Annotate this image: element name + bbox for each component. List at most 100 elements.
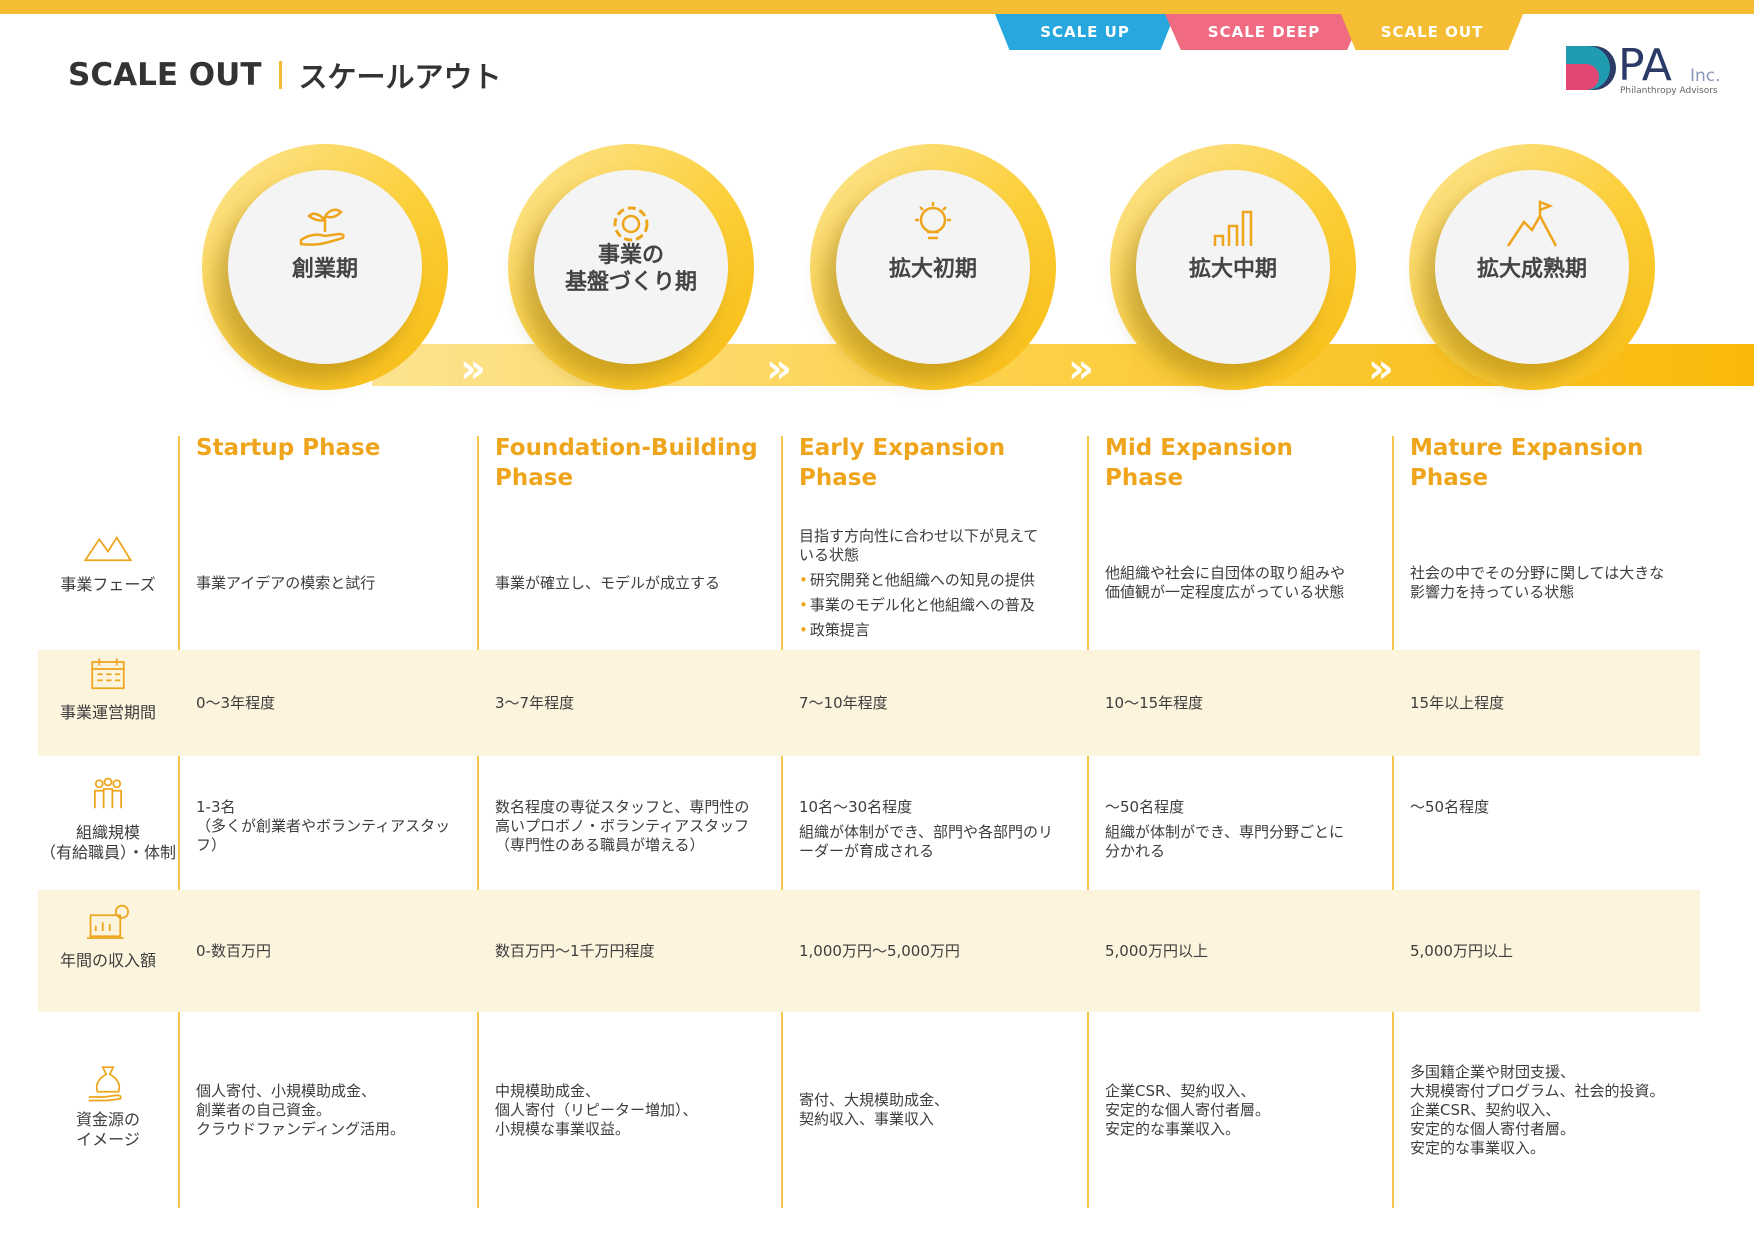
cell-text-line: 1-3名 xyxy=(196,798,236,816)
phase-circle: 創業期 xyxy=(228,170,422,364)
page-title: SCALE OUT スケールアウト xyxy=(68,54,501,96)
logo-wordmark: PA xyxy=(1618,40,1672,91)
phase-circle: 事業の 基盤づくり期 xyxy=(534,170,728,364)
phase-name-jp-line: 事業の xyxy=(597,243,664,268)
phase-name-en-line: Phase xyxy=(799,465,878,491)
phase-name-jp: 事業の 基盤づくり期 xyxy=(534,242,728,296)
cell-text-line: 安定的な個人寄付者層。 xyxy=(1105,1100,1271,1119)
row-label-line: 事業運営期間 xyxy=(59,703,156,722)
cell-text-line: 大規模寄付プログラム、社会的投資。 xyxy=(1410,1081,1665,1100)
cell-text-line: 事業が確立し、モデルが成立する xyxy=(495,573,721,592)
phase-name-jp: 拡大中期 xyxy=(1136,256,1330,283)
table-cell: 数名程度の専従スタッフと、専門性の 高いプロボノ・ボランティアスタッフ （専門性のあ… xyxy=(495,798,765,855)
chevron-right-icon: » xyxy=(766,346,792,392)
cell-text-line: 15年以上程度 xyxy=(1410,693,1505,712)
cell-text-line: 10名〜30名程度 xyxy=(799,798,913,816)
cell-bullet-item: 事業のモデル化と他組織への普及 xyxy=(799,596,1069,615)
cell-bullet-item: 研究開発と他組織への知見の提供 xyxy=(799,571,1069,590)
phase-name-jp-line: 拡大成熟期 xyxy=(1476,257,1587,282)
row-label: 年間の収入額 xyxy=(38,951,178,971)
cell-text-line: クラウドファンディング活用。 xyxy=(196,1119,405,1138)
logo-subtitle: Philanthropy Advisors xyxy=(1620,86,1718,96)
row-label-line: イメージ xyxy=(76,1130,140,1149)
phase-circle: 拡大中期 xyxy=(1136,170,1330,364)
table-cell: 0-数百万円 xyxy=(196,942,466,961)
table-cell: 寄付、大規模助成金、 契約収入、事業収入 xyxy=(799,1091,1069,1129)
cell-text-line: 3〜7年程度 xyxy=(495,693,575,712)
phase-name-jp-line: 基盤づくり期 xyxy=(564,270,697,295)
cell-text-line: 5,000万円以上 xyxy=(1410,941,1513,960)
table-cell: 事業が確立し、モデルが成立する xyxy=(495,574,765,593)
phase-name-jp-line: 拡大初期 xyxy=(888,257,977,282)
cell-text-line: 寄付、大規模助成金、 xyxy=(799,1091,950,1109)
cell-text-line: 影響力を持っている状態 xyxy=(1410,583,1575,601)
table-cell: 社会の中でその分野に関しては大きな 影響力を持っている状態 xyxy=(1410,564,1680,602)
cell-text-line: 創業者の自己資金。 xyxy=(196,1100,332,1119)
sprout-in-hand-icon xyxy=(299,208,345,246)
top-accent-bar xyxy=(0,0,1754,14)
phase-name-en: Mature Expansion Phase xyxy=(1410,433,1680,493)
cell-text-line: 企業CSR、契約収入、 xyxy=(1105,1081,1256,1100)
row-label: 事業フェーズ xyxy=(38,575,178,595)
row-label: 事業運営期間 xyxy=(38,703,178,723)
table-cell: 3〜7年程度 xyxy=(495,694,765,713)
phase-name-en: Startup Phase xyxy=(196,433,466,463)
tab-scale-up[interactable]: SCALE UP xyxy=(995,14,1175,50)
team-icon xyxy=(94,777,122,809)
cell-text-line: 分かれる xyxy=(1105,842,1166,860)
phase-circle: 拡大成熟期 xyxy=(1435,170,1629,364)
chevron-right-icon: » xyxy=(460,346,486,392)
cell-text-line: 組織が体制ができ、専門分野ごとに xyxy=(1105,823,1344,841)
row-label-line: 事業フェーズ xyxy=(60,575,156,594)
column-divider xyxy=(1392,436,1394,1208)
cell-text-line: 安定的な事業収入。 xyxy=(1105,1119,1241,1138)
cell-text-line: 1,000万円〜5,000万円 xyxy=(799,941,960,960)
cell-text-line: 個人寄付（リピーター増加）、 xyxy=(495,1100,698,1119)
cell-text-line: 中規模助成金、 xyxy=(495,1081,601,1100)
phase-name-jp-line: 拡大中期 xyxy=(1188,257,1277,282)
table-cell: 事業アイデアの模索と試行 xyxy=(196,574,466,593)
table-cell: 1,000万円〜5,000万円 xyxy=(799,942,1069,961)
page-title-jp: スケールアウト xyxy=(298,60,502,94)
cell-text-line: 他組織や社会に自団体の取り組みや xyxy=(1105,564,1346,582)
phase-name-en-line: Phase xyxy=(1410,465,1489,491)
phase-name-jp: 拡大成熟期 xyxy=(1435,256,1629,283)
cell-text-line: 高いプロボノ・ボランティアスタッフ xyxy=(495,817,750,835)
page-title-en: SCALE OUT xyxy=(68,57,262,93)
tab-scale-out[interactable]: SCALE OUT xyxy=(1341,14,1523,50)
cell-text-line: 〜50名程度 xyxy=(1410,798,1490,816)
cell-text-line: 0-数百万円 xyxy=(196,941,271,960)
cell-text-line: 数名程度の専従スタッフと、専門性の xyxy=(495,798,750,816)
cell-text-line: （専門性のある職員が増える） xyxy=(495,836,705,854)
row-label: 資金源の イメージ xyxy=(38,1110,178,1150)
cell-text-line: 社会の中でその分野に関しては大きな xyxy=(1410,564,1665,582)
phase-name-en-line: Phase xyxy=(495,465,574,491)
cell-text-line: 〜50名程度 xyxy=(1105,798,1185,816)
table-cell: 多国籍企業や財団支援、 大規模寄付プログラム、社会的投資。 企業CSR、契約収入、安… xyxy=(1410,1063,1680,1158)
cell-text-line: 7〜10年程度 xyxy=(799,693,888,712)
lightbulb-icon xyxy=(915,202,951,240)
phase-name-en-line: Mature Expansion xyxy=(1410,435,1644,461)
phase-name-en-line: Startup Phase xyxy=(196,435,381,461)
cell-text-line: （多くが創業者やボランティアスタッフ） xyxy=(196,817,451,854)
phase-name-jp-line: 創業期 xyxy=(291,257,358,282)
phase-name-en-line: Foundation-Building xyxy=(495,435,758,461)
table-cell: 個人寄付、小規模助成金、 創業者の自己資金。 クラウドファンディング活用。 xyxy=(196,1082,466,1139)
table-cell: 10名〜30名程度 組織が体制ができ、部門や各部門のリ ーダーが育成される xyxy=(799,798,1069,861)
column-divider xyxy=(1087,436,1089,1208)
phase-name-jp: 拡大初期 xyxy=(836,256,1030,283)
row-label-line: 組織規模 xyxy=(75,823,140,842)
tab-scale-deep[interactable]: SCALE DEEP xyxy=(1165,14,1363,50)
phase-name-en-line: Mid Expansion xyxy=(1105,435,1293,461)
money-bag-hand-icon xyxy=(88,1066,122,1102)
bar-growth-icon xyxy=(1213,210,1253,246)
column-divider xyxy=(477,436,479,1208)
phase-name-en: Foundation-Building Phase xyxy=(495,433,765,493)
cell-text-line: 個人寄付、小規模助成金、 xyxy=(196,1081,377,1100)
phase-name-en-line: Early Expansion xyxy=(799,435,1006,461)
row-label-line: 資金源の xyxy=(75,1110,140,1129)
column-divider xyxy=(781,436,783,1208)
cell-text-line: 安定的な事業収入。 xyxy=(1410,1138,1546,1157)
cell-text-line: 組織が体制ができ、部門や各部門のリ xyxy=(799,823,1053,841)
cell-bullet-item: 政策提言 xyxy=(799,621,1069,640)
